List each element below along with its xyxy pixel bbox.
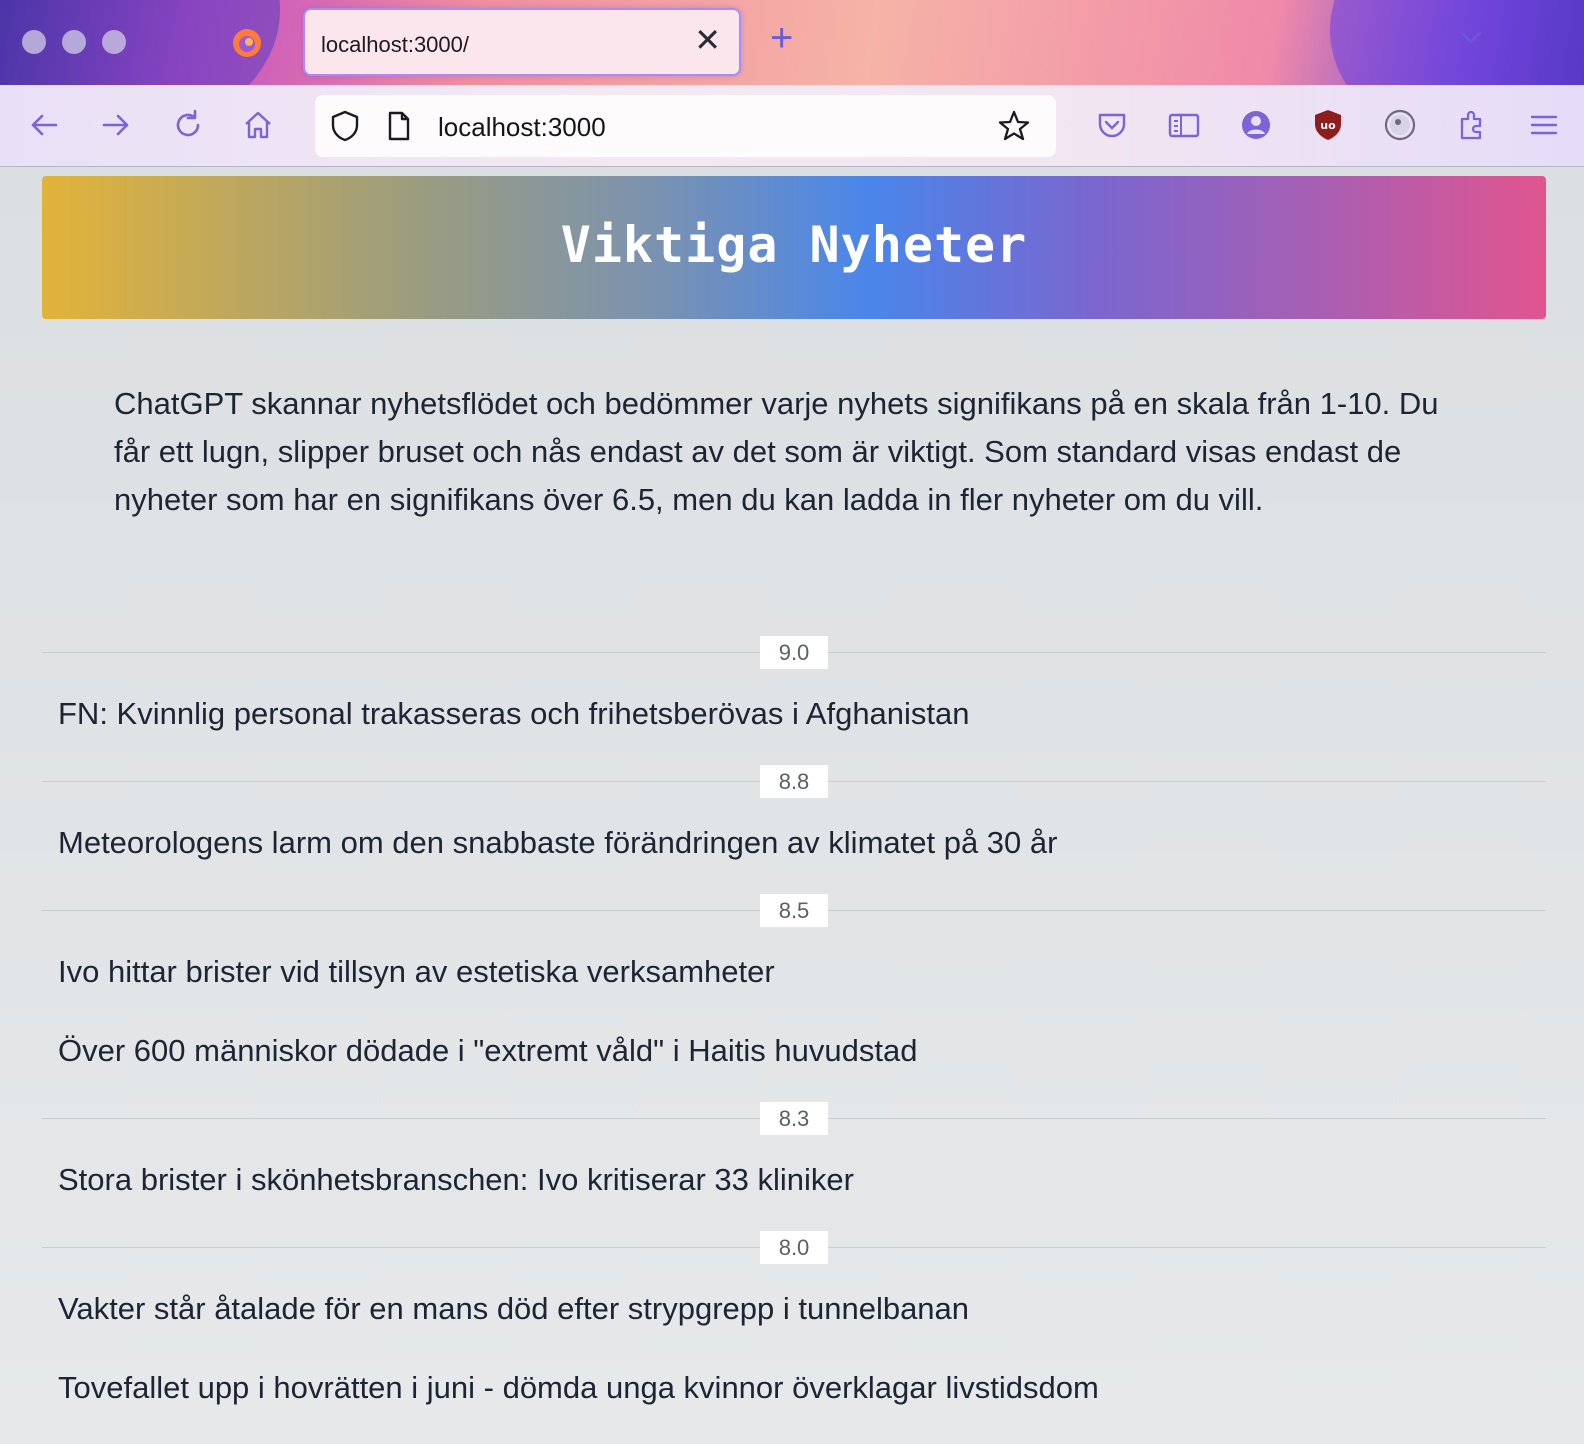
- score-divider: 9.0: [42, 636, 1546, 670]
- news-item[interactable]: Ivo hittar brister vid tillsyn av esteti…: [58, 954, 775, 990]
- forward-arrow-icon[interactable]: [98, 107, 134, 143]
- close-window-button[interactable]: [22, 30, 46, 54]
- news-item[interactable]: Vakter står åtalade för en mans död efte…: [58, 1291, 969, 1327]
- page-content: Viktiga Nyheter ChatGPT skannar nyhetsfl…: [0, 167, 1584, 1444]
- score-badge: 8.0: [760, 1231, 828, 1264]
- score-divider: 8.3: [42, 1102, 1546, 1136]
- duckduckgo-icon[interactable]: [1382, 107, 1418, 143]
- ublock-icon[interactable]: uo: [1310, 107, 1346, 143]
- extensions-icon[interactable]: [1454, 107, 1490, 143]
- navigation-toolbar: localhost:3000 uo: [0, 85, 1584, 167]
- close-tab-icon[interactable]: ✕: [694, 24, 721, 56]
- score-badge: 8.3: [760, 1102, 828, 1135]
- header-banner: Viktiga Nyheter: [42, 176, 1546, 319]
- reload-icon[interactable]: [170, 107, 206, 143]
- url-text[interactable]: localhost:3000: [438, 112, 606, 143]
- pocket-icon[interactable]: [1094, 107, 1130, 143]
- tab-strip: localhost:3000/ ✕ +: [0, 0, 1584, 85]
- menu-icon[interactable]: [1526, 107, 1562, 143]
- reader-view-icon[interactable]: [1166, 107, 1202, 143]
- account-icon[interactable]: [1238, 107, 1274, 143]
- minimize-window-button[interactable]: [62, 30, 86, 54]
- active-tab[interactable]: localhost:3000/ ✕: [303, 8, 741, 76]
- firefox-view-icon[interactable]: [230, 26, 264, 60]
- score-badge: 9.0: [760, 636, 828, 669]
- home-icon[interactable]: [240, 107, 276, 143]
- news-item[interactable]: Stora brister i skönhetsbranschen: Ivo k…: [58, 1162, 854, 1198]
- news-item[interactable]: Meteorologens larm om den snabbaste förä…: [58, 825, 1057, 861]
- news-item[interactable]: FN: Kvinnlig personal trakasseras och fr…: [58, 696, 970, 732]
- shield-icon[interactable]: [329, 109, 361, 143]
- new-tab-icon[interactable]: +: [770, 18, 793, 58]
- page-title: Viktiga Nyheter: [560, 216, 1028, 274]
- score-divider: 8.5: [42, 894, 1546, 928]
- svg-text:uo: uo: [1320, 119, 1336, 132]
- score-divider: 8.8: [42, 765, 1546, 799]
- intro-text: ChatGPT skannar nyhetsflödet och bedömme…: [114, 386, 1439, 517]
- back-arrow-icon[interactable]: [26, 107, 62, 143]
- zoom-window-button[interactable]: [102, 30, 126, 54]
- news-item[interactable]: Tovefallet upp i hovrätten i juni - dömd…: [58, 1370, 1099, 1406]
- news-item[interactable]: Över 600 människor dödade i "extremt vål…: [58, 1033, 917, 1069]
- background-decoration: [1330, 0, 1584, 85]
- tab-title: localhost:3000/: [321, 32, 469, 57]
- score-divider: 8.0: [42, 1231, 1546, 1265]
- chevron-down-icon[interactable]: [1458, 24, 1484, 50]
- score-badge: 8.5: [760, 894, 828, 927]
- score-badge: 8.8: [760, 765, 828, 798]
- url-bar[interactable]: localhost:3000: [315, 95, 1056, 157]
- bookmark-star-icon[interactable]: [997, 109, 1031, 143]
- page-icon[interactable]: [385, 110, 413, 142]
